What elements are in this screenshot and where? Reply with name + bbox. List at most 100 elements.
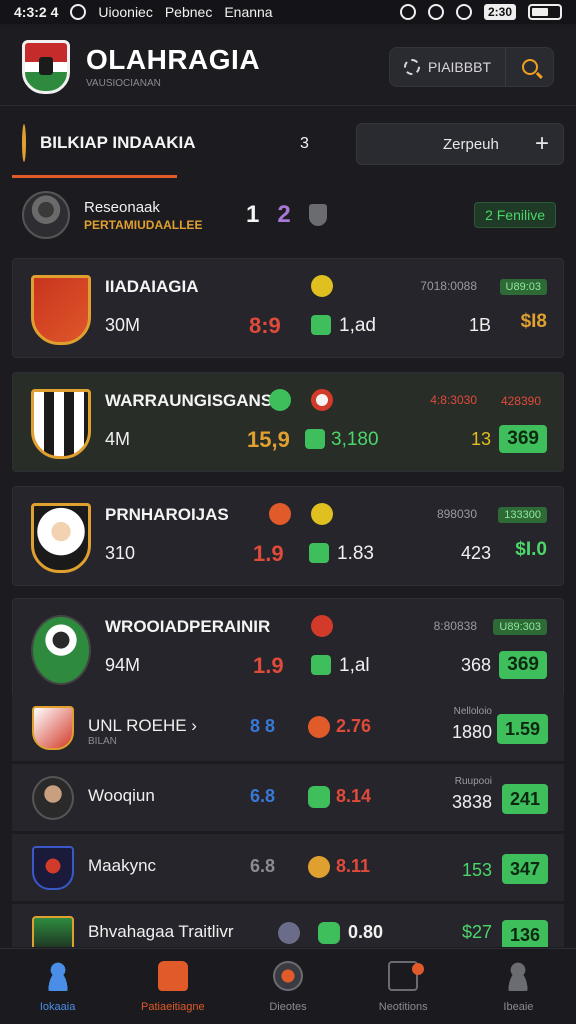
player-strip[interactable]: Reseonaak PERTAMIUDAALLEE 1 2 2 Fenilive (0, 182, 576, 248)
player-photo (32, 776, 74, 820)
team-logo-icon (32, 846, 74, 890)
row-count: 1880 (451, 722, 492, 742)
nav-label: Iokaaia (39, 1000, 76, 1013)
clock-icon (269, 389, 291, 411)
search-icon (521, 58, 538, 75)
battery-percent: 2:30 (483, 4, 516, 20)
settings-button[interactable]: PIAIBBBT (390, 48, 505, 86)
row-rating: 6.8 (250, 856, 276, 876)
profile-icon (503, 960, 534, 991)
card-value: 94M (105, 655, 141, 675)
status-bar: 4:3:2 4 Uiooniec Pebnec Enanna 2:30 (0, 0, 576, 24)
card-price: $I.0 (515, 539, 547, 560)
target-icon (311, 389, 333, 411)
status-time: 4:3:2 4 (14, 4, 59, 20)
team-card[interactable]: WROOIADPERAINIR 94M 1.9 1,al 8:80838 U89… (12, 598, 564, 694)
card-rating: 1.9 (253, 653, 284, 678)
card-title: IIADAIAGIA (105, 277, 199, 296)
card-meta: 4:8:3030 (430, 393, 477, 407)
score-b: 2 (277, 201, 291, 228)
list-item[interactable]: UNL ROEHE › BILAN 8 8 2.76 Nelloloio 188… (12, 694, 564, 762)
row-price: 241 (501, 784, 548, 814)
list-item[interactable]: Maakync 6.8 8.11 153 347 (12, 834, 564, 902)
team-card[interactable]: PRNHAROIJAS 310 1.9 1.83 898030 133300 4… (12, 486, 564, 586)
card-tag: 133300 (498, 507, 547, 523)
row-stat: 2.76 (336, 716, 372, 736)
status-badge[interactable]: 2 Fenilive (474, 202, 556, 228)
settings-label: PIAIBBBT (427, 58, 491, 75)
team-crest-icon (22, 123, 26, 162)
team-card[interactable]: WARRAUNGISGANS 4M 15,9 3,180 4:8:3030 42… (12, 372, 564, 472)
row-rating: 6.8 (250, 786, 276, 806)
bluetooth-icon (455, 4, 472, 20)
team-name: BILKIAP INDAAKIA (40, 132, 196, 152)
team-logo-icon (31, 389, 91, 459)
card-count: 13 (470, 429, 491, 449)
card-title: WROOIADPERAINIR (105, 617, 271, 636)
person-icon (42, 960, 73, 991)
heart-icon (308, 716, 330, 738)
club-crest-icon (22, 39, 70, 94)
list-item[interactable]: Wooqiun 6.8 8.14 Ruupooi 3838 241 (12, 764, 564, 832)
card-price: 369 (499, 651, 547, 679)
player-subtitle: PERTAMIUDAALLEE (84, 217, 203, 232)
card-meta: 7018:0088 (420, 279, 477, 293)
nav-label: Dieotes (269, 1000, 307, 1013)
up-icon (305, 429, 325, 449)
card-stat: 3,180 (331, 429, 379, 450)
app-subtitle: VAUSIOCIANAN (86, 78, 161, 89)
card-stat: 1.83 (337, 543, 374, 564)
card-price: $I8 (520, 311, 547, 332)
card-rating: 8:9 (249, 313, 281, 338)
row-price: 1.59 (496, 714, 548, 744)
bag-icon (157, 960, 188, 991)
up-icon (308, 786, 330, 808)
up-icon (311, 655, 331, 675)
nav-item-profile[interactable]: Ibeaie (461, 949, 576, 1024)
row-name: Wooqiun (88, 786, 155, 805)
team-logo-icon (31, 275, 91, 345)
card-rating: 15,9 (247, 427, 290, 452)
nav-item-shop[interactable]: Patiaeitiagne (115, 949, 230, 1024)
card-tag: U89:303 (493, 619, 547, 635)
nav-item-home[interactable]: Iokaaia (0, 949, 115, 1024)
status-label-2: Enanna (224, 4, 273, 20)
row-stat: 8.14 (336, 786, 372, 806)
team-logo-icon (32, 706, 74, 750)
card-tag: 428390 (500, 394, 541, 408)
card-count: 368 (460, 655, 491, 675)
add-button[interactable]: Zerpeuh + (356, 123, 564, 165)
bottom-nav: Iokaaia Patiaeitiagne Dieotes Neotitions… (0, 948, 576, 1024)
team-card[interactable]: IIADAIAGIA 30M 8:9 1,ad 7018:0088 U89:03… (12, 258, 564, 358)
nav-item-matches[interactable]: Dieotes (230, 949, 345, 1024)
nav-item-notifications[interactable]: Neotitions (346, 949, 461, 1024)
search-button[interactable] (505, 47, 553, 86)
plus-icon: + (534, 130, 549, 157)
row-count: 153 (461, 860, 492, 880)
score-a: 1 (246, 201, 260, 228)
card-meta: 8:80838 (433, 619, 477, 633)
card-value: 30M (105, 315, 141, 335)
ball-icon (273, 960, 303, 991)
alert-icon (311, 615, 333, 637)
nav-label: Neotitions (378, 1000, 428, 1013)
card-rating: 1.9 (253, 541, 284, 566)
shield-icon (308, 204, 327, 226)
wifi-icon (427, 4, 444, 20)
team-tab[interactable]: BILKIAP INDAAKIA (12, 110, 196, 178)
nav-label: Ibeaie (503, 1000, 534, 1013)
row-name: Bhvahagaa Traitlivr (88, 922, 234, 941)
flame-icon (269, 503, 291, 525)
card-value: 310 (105, 543, 136, 563)
card-count: 423 (460, 543, 491, 563)
team-bar: BILKIAP INDAAKIA 3 Zerpeuh + (0, 110, 576, 178)
team-logo-icon (31, 503, 91, 573)
info-icon (278, 922, 300, 944)
row-rating: 8 8 (250, 716, 276, 736)
status-label-1: Pebnec (164, 4, 213, 20)
list-item[interactable]: Bhvahagaa Traitlivr 0.80 $27 136 (12, 904, 564, 948)
card-count: 1B (468, 315, 491, 335)
team-logo-icon (32, 916, 74, 947)
card-stat: 1,al (339, 655, 370, 676)
row-stat: 0.80 (348, 922, 384, 942)
